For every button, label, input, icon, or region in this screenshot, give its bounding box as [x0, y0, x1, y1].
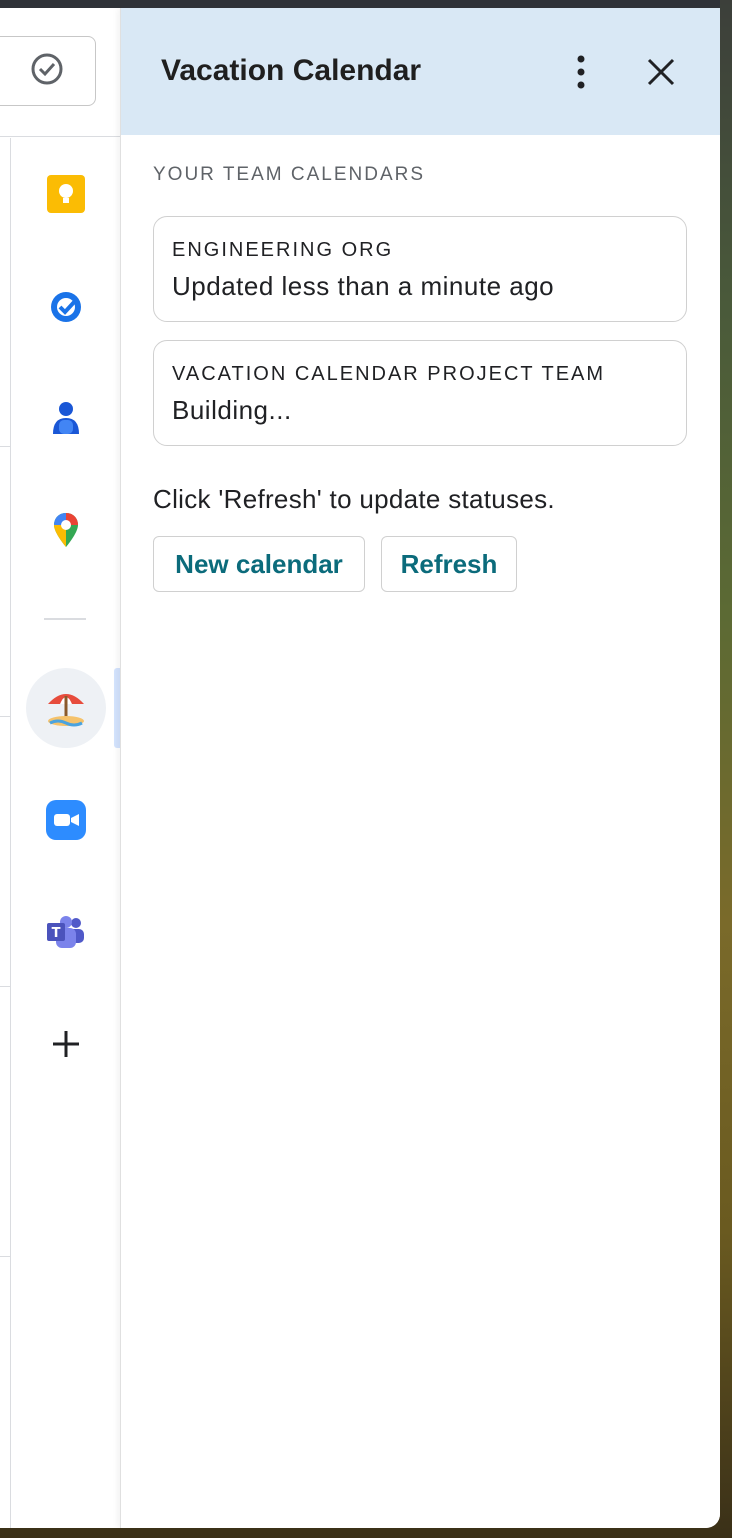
- new-calendar-button[interactable]: New calendar: [153, 536, 365, 592]
- svg-text:T: T: [52, 926, 61, 941]
- panel-title: Vacation Calendar: [161, 54, 422, 87]
- panel-header: Vacation Calendar: [121, 8, 720, 135]
- zoom-icon[interactable]: [46, 800, 86, 840]
- section-heading: YOUR TEAM CALENDARS: [153, 164, 426, 185]
- divider: [0, 136, 120, 137]
- calendar-app-window: T Vacation Calendar YOUR TEAM CALENDARS …: [0, 8, 720, 1528]
- grid-line: [0, 716, 10, 717]
- refresh-hint: Click 'Refresh' to update statuses.: [153, 484, 555, 514]
- calendar-name: ENGINEERING ORG: [172, 239, 394, 261]
- task-button[interactable]: [0, 36, 96, 106]
- vacation-calendar-panel: Vacation Calendar YOUR TEAM CALENDARS EN…: [120, 8, 720, 1528]
- contacts-icon[interactable]: [46, 398, 86, 438]
- rail-separator: [44, 618, 86, 620]
- calendar-name: VACATION CALENDAR PROJECT TEAM: [172, 363, 606, 385]
- window-top-bar: [0, 0, 720, 8]
- side-addon-rail: T: [0, 8, 120, 1528]
- vacation-calendar-addon-button[interactable]: [26, 668, 106, 748]
- tasks-icon[interactable]: [46, 286, 86, 326]
- add-icon[interactable]: [46, 1024, 86, 1064]
- grid-line: [0, 446, 10, 447]
- close-icon[interactable]: [641, 52, 681, 92]
- grid-line: [0, 986, 10, 987]
- grid-line: [10, 138, 11, 1528]
- teams-icon[interactable]: T: [46, 912, 86, 952]
- beach-umbrella-icon: [44, 684, 88, 733]
- calendar-card-project-team[interactable]: VACATION CALENDAR PROJECT TEAM Building.…: [153, 340, 687, 446]
- more-options-icon[interactable]: [561, 52, 601, 92]
- calendar-status: Updated less than a minute ago: [172, 271, 555, 301]
- check-circle-icon: [29, 51, 65, 92]
- calendar-card-engineering-org[interactable]: ENGINEERING ORG Updated less than a minu…: [153, 216, 687, 322]
- keep-icon[interactable]: [46, 174, 86, 214]
- maps-icon[interactable]: [46, 510, 86, 550]
- grid-line: [0, 1256, 10, 1257]
- refresh-button[interactable]: Refresh: [381, 536, 517, 592]
- calendar-status: Building...: [172, 395, 292, 425]
